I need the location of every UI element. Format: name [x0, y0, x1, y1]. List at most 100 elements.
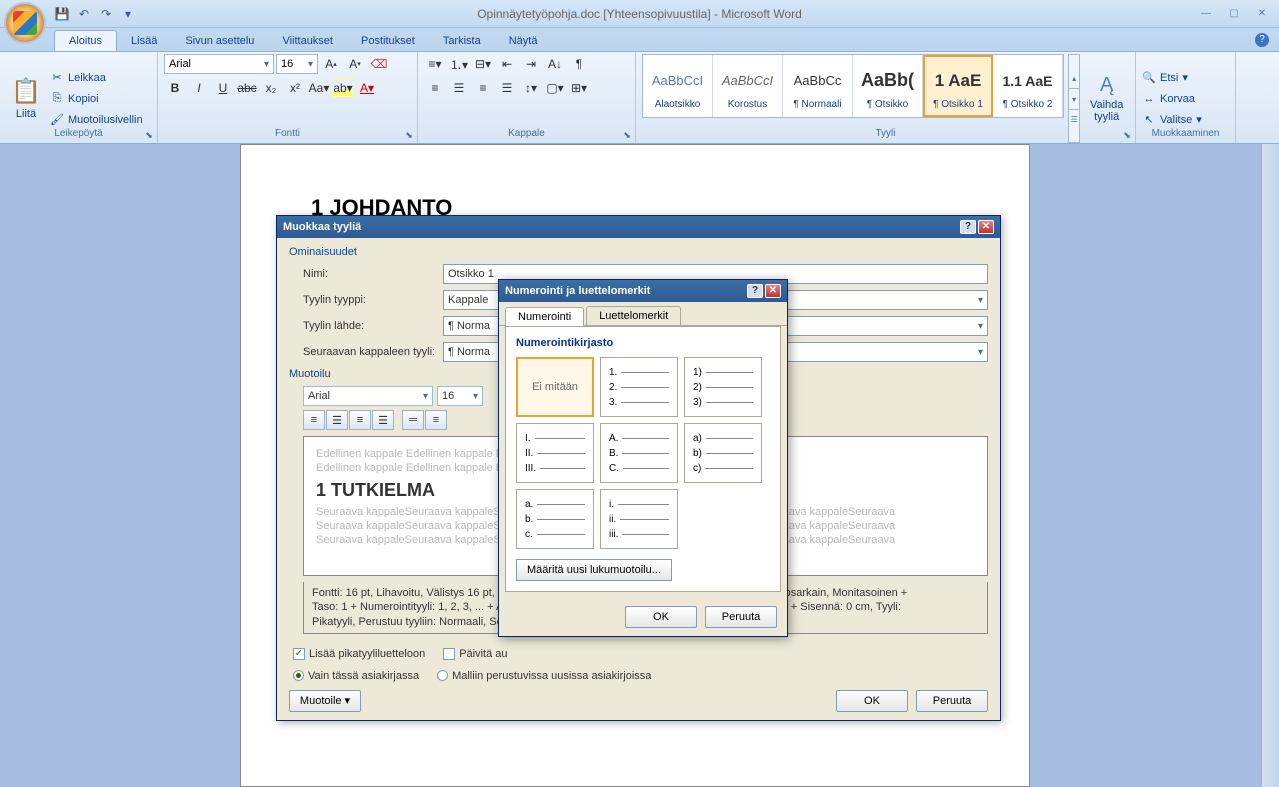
style-emphasis[interactable]: AaBbCcIKorostus [713, 55, 783, 117]
tab-layout[interactable]: Sivun asettelu [171, 31, 268, 51]
sort-button[interactable]: A↓ [544, 54, 566, 74]
numbering-button[interactable]: ⒈▾ [448, 54, 470, 74]
select-button[interactable]: ↖Valitse ▾ [1142, 111, 1202, 129]
style-subtitle[interactable]: AaBbCcIAlaotsikko [643, 55, 713, 117]
m-align-center[interactable]: ☰ [326, 410, 348, 430]
bullets-button[interactable]: ≡▾ [424, 54, 446, 74]
add-quick-check[interactable]: ✓Lisää pikatyyliluetteloon [293, 648, 425, 660]
undo-icon[interactable]: ↶ [76, 6, 92, 22]
align-left-button[interactable]: ≡ [424, 78, 446, 98]
format-menu-button[interactable]: Muotoile ▾ [289, 690, 361, 712]
num-alpha-upper[interactable]: A.B.C. [600, 423, 678, 483]
minimize-button[interactable]: — [1195, 7, 1217, 21]
indent-inc-button[interactable]: ⇥ [520, 54, 542, 74]
grow-font-button[interactable]: A▴ [320, 54, 342, 74]
new-docs-radio[interactable]: Malliin perustuvissa uusissa asiakirjois… [437, 670, 651, 682]
save-icon[interactable]: 💾 [54, 6, 70, 22]
tab-numbering[interactable]: Numerointi [505, 307, 584, 326]
indent-dec-button[interactable]: ⇤ [496, 54, 518, 74]
only-doc-radio[interactable]: Vain tässä asiakirjassa [293, 670, 419, 682]
tab-review[interactable]: Tarkista [429, 31, 495, 51]
numbering-ok-button[interactable]: OK [625, 606, 697, 628]
align-justify-button[interactable]: ☰ [496, 78, 518, 98]
align-center-button[interactable]: ☰ [448, 78, 470, 98]
superscript-button[interactable]: x² [284, 78, 306, 98]
num-roman-lower[interactable]: i.ii.iii. [600, 489, 678, 549]
redo-icon[interactable]: ↷ [98, 6, 114, 22]
multilevel-button[interactable]: ⊟▾ [472, 54, 494, 74]
shading-button[interactable]: ▢▾ [544, 78, 566, 98]
tab-home[interactable]: Aloitus [54, 30, 117, 51]
style-heading2[interactable]: 1.1 AaE¶ Otsikko 2 [993, 55, 1063, 117]
paragraph-launcher[interactable]: ⬊ [621, 129, 633, 141]
modify-close-button[interactable]: ✕ [978, 220, 994, 234]
numbering-cancel-button[interactable]: Peruuta [705, 606, 777, 628]
styles-launcher[interactable]: ⬊ [1121, 129, 1133, 141]
modify-font-select[interactable]: Arial▾ [303, 386, 433, 406]
tab-view[interactable]: Näytä [495, 31, 552, 51]
maximize-button[interactable]: ▢ [1223, 7, 1245, 21]
m-align-left[interactable]: ≡ [303, 410, 325, 430]
strike-button[interactable]: abc [236, 78, 258, 98]
font-launcher[interactable]: ⬊ [403, 129, 415, 141]
modify-ok-button[interactable]: OK [836, 690, 908, 712]
window-title: Opinnäytetyöpohja.doc [Yhteensopivuustil… [477, 7, 802, 21]
style-scroll-up[interactable]: ▴ [1069, 68, 1079, 89]
vertical-scrollbar[interactable] [1261, 144, 1279, 787]
format-painter-button[interactable]: 🖌Muotoilusivellin [50, 111, 143, 129]
align-right-button[interactable]: ≡ [472, 78, 494, 98]
italic-button[interactable]: I [188, 78, 210, 98]
num-decimal-dot[interactable]: 1.2.3. [600, 357, 678, 417]
line-spacing-button[interactable]: ↕▾ [520, 78, 542, 98]
numbering-close-button[interactable]: ✕ [765, 284, 781, 298]
define-new-format-button[interactable]: Määritä uusi lukumuotoilu... [516, 559, 672, 581]
m-spacing-2[interactable]: ≡ [425, 410, 447, 430]
style-scroll-down[interactable]: ▾ [1069, 89, 1079, 110]
change-case-button[interactable]: Aa▾ [308, 78, 330, 98]
help-icon[interactable]: ? [1255, 33, 1269, 47]
clipboard-launcher[interactable]: ⬊ [143, 129, 155, 141]
find-button[interactable]: 🔍Etsi ▾ [1142, 69, 1202, 87]
borders-button[interactable]: ⊞▾ [568, 78, 590, 98]
num-alpha-lower-dot[interactable]: a.b.c. [516, 489, 594, 549]
highlight-button[interactable]: ab▾ [332, 78, 354, 98]
num-none[interactable]: Ei mitään [516, 357, 594, 417]
bold-button[interactable]: B [164, 78, 186, 98]
numbering-help-button[interactable]: ? [747, 284, 763, 298]
style-gallery[interactable]: AaBbCcIAlaotsikko AaBbCcIKorostus AaBbCc… [642, 54, 1064, 118]
auto-update-check[interactable]: Päivitä au [443, 648, 507, 660]
replace-button[interactable]: ↔Korvaa [1142, 90, 1202, 108]
modify-help-button[interactable]: ? [960, 220, 976, 234]
m-spacing-1[interactable]: ═ [402, 410, 424, 430]
numbering-grid: Ei mitään 1.2.3. 1)2)3) I.II.III. A.B.C.… [516, 357, 770, 549]
show-marks-button[interactable]: ¶ [568, 54, 590, 74]
modify-dialog-titlebar[interactable]: Muokkaa tyyliä ? ✕ [277, 216, 1000, 238]
num-decimal-paren[interactable]: 1)2)3) [684, 357, 762, 417]
copy-button[interactable]: ⎘Kopioi [50, 90, 143, 108]
office-button[interactable] [4, 2, 46, 44]
font-name-select[interactable]: Arial▾ [164, 54, 274, 74]
tab-insert[interactable]: Lisää [117, 31, 171, 51]
num-roman-upper[interactable]: I.II.III. [516, 423, 594, 483]
close-button[interactable]: ✕ [1251, 7, 1273, 21]
numbering-titlebar[interactable]: Numerointi ja luettelomerkit ? ✕ [499, 280, 787, 302]
tab-mailings[interactable]: Postitukset [347, 31, 429, 51]
qat-customize-icon[interactable]: ▾ [120, 6, 136, 22]
style-normal[interactable]: AaBbCc¶ Normaali [783, 55, 853, 117]
num-alpha-lower-paren[interactable]: a)b)c) [684, 423, 762, 483]
underline-button[interactable]: U [212, 78, 234, 98]
m-align-right[interactable]: ≡ [349, 410, 371, 430]
m-align-justify[interactable]: ☰ [372, 410, 394, 430]
style-heading[interactable]: AaBb(¶ Otsikko [853, 55, 923, 117]
subscript-button[interactable]: x₂ [260, 78, 282, 98]
modify-cancel-button[interactable]: Peruuta [916, 690, 988, 712]
tab-bullets[interactable]: Luettelomerkit [586, 306, 681, 325]
clear-format-button[interactable]: ⌫ [368, 54, 390, 74]
font-size-select[interactable]: 16▾ [276, 54, 318, 74]
style-heading1[interactable]: 1 AaE¶ Otsikko 1 [923, 55, 993, 117]
font-color-button[interactable]: A▾ [356, 78, 378, 98]
cut-button[interactable]: ✂Leikkaa [50, 69, 143, 87]
shrink-font-button[interactable]: A▾ [344, 54, 366, 74]
tab-references[interactable]: Viittaukset [268, 31, 347, 51]
modify-size-select[interactable]: 16▾ [437, 386, 483, 406]
